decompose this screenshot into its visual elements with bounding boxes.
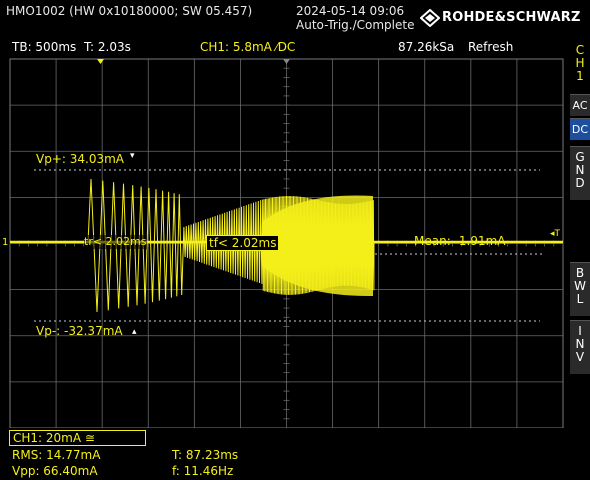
trigger-time-readout[interactable]: T: 2.03s xyxy=(84,40,131,54)
inv-letter: V xyxy=(575,350,585,364)
ch1-letter: 1 xyxy=(576,69,584,83)
sample-rate-readout: 87.26kSa xyxy=(398,40,455,54)
channel-ground-marker[interactable]: 1 xyxy=(2,236,8,250)
mean-label: Mean: -1.91mA xyxy=(414,234,506,248)
vp-minus-label: Vp-: -32.37mA xyxy=(36,324,123,338)
channel-readout[interactable]: CH1: 5.8mA ⁄DC xyxy=(200,40,295,54)
brand-logo: ROHDE&SCHWARZ xyxy=(420,9,590,27)
vpp-readout: Vpp: 66.40mA xyxy=(12,464,98,478)
gnd-letter: D xyxy=(575,176,585,190)
center-marker xyxy=(283,59,290,64)
invert-button[interactable]: I N V xyxy=(570,320,590,374)
brand-name: ROHDE&SCHWARZ xyxy=(442,10,581,25)
bwl-letter: L xyxy=(576,292,584,306)
datetime: 2024-05-14 09:06 xyxy=(296,4,405,18)
frequency-readout: f: 11.46Hz xyxy=(172,464,234,478)
dc-label: DC xyxy=(571,123,589,136)
bandwidth-limit-button[interactable]: B W L xyxy=(570,262,590,316)
device-info: HMO1002 (HW 0x10180000; SW 05.457) xyxy=(6,4,253,18)
acq-mode-readout[interactable]: Refresh xyxy=(468,40,513,54)
rs-diamond-icon xyxy=(420,9,440,27)
fall-time-label: tf< 2.02ms xyxy=(206,235,280,251)
ac-coupling-button[interactable]: AC xyxy=(570,94,590,116)
rms-readout: RMS: 14.77mA xyxy=(12,448,101,462)
dc-coupling-button[interactable]: DC xyxy=(570,118,590,140)
period-readout: T: 87.23ms xyxy=(172,448,239,462)
ch1-button[interactable]: C H 1 xyxy=(570,44,590,86)
gnd-button[interactable]: G N D xyxy=(570,146,590,200)
rise-time-label: tr< 2.02ms xyxy=(84,235,147,249)
acquisition-status: Auto-Trig./Complete xyxy=(296,18,415,32)
vp-minus-marker-icon: ▴ xyxy=(132,327,137,337)
trigger-position-marker[interactable] xyxy=(97,59,104,64)
vp-plus-label: Vp+: 34.03mA xyxy=(36,152,124,166)
vp-plus-marker-icon: ▾ xyxy=(130,151,135,161)
ch1-scale-readout[interactable]: CH1: 20mA ≅ xyxy=(9,430,146,446)
timebase-readout[interactable]: TB: 500ms xyxy=(12,40,76,54)
ac-label: AC xyxy=(572,99,588,112)
trigger-level-marker[interactable]: ◂T xyxy=(550,227,560,241)
